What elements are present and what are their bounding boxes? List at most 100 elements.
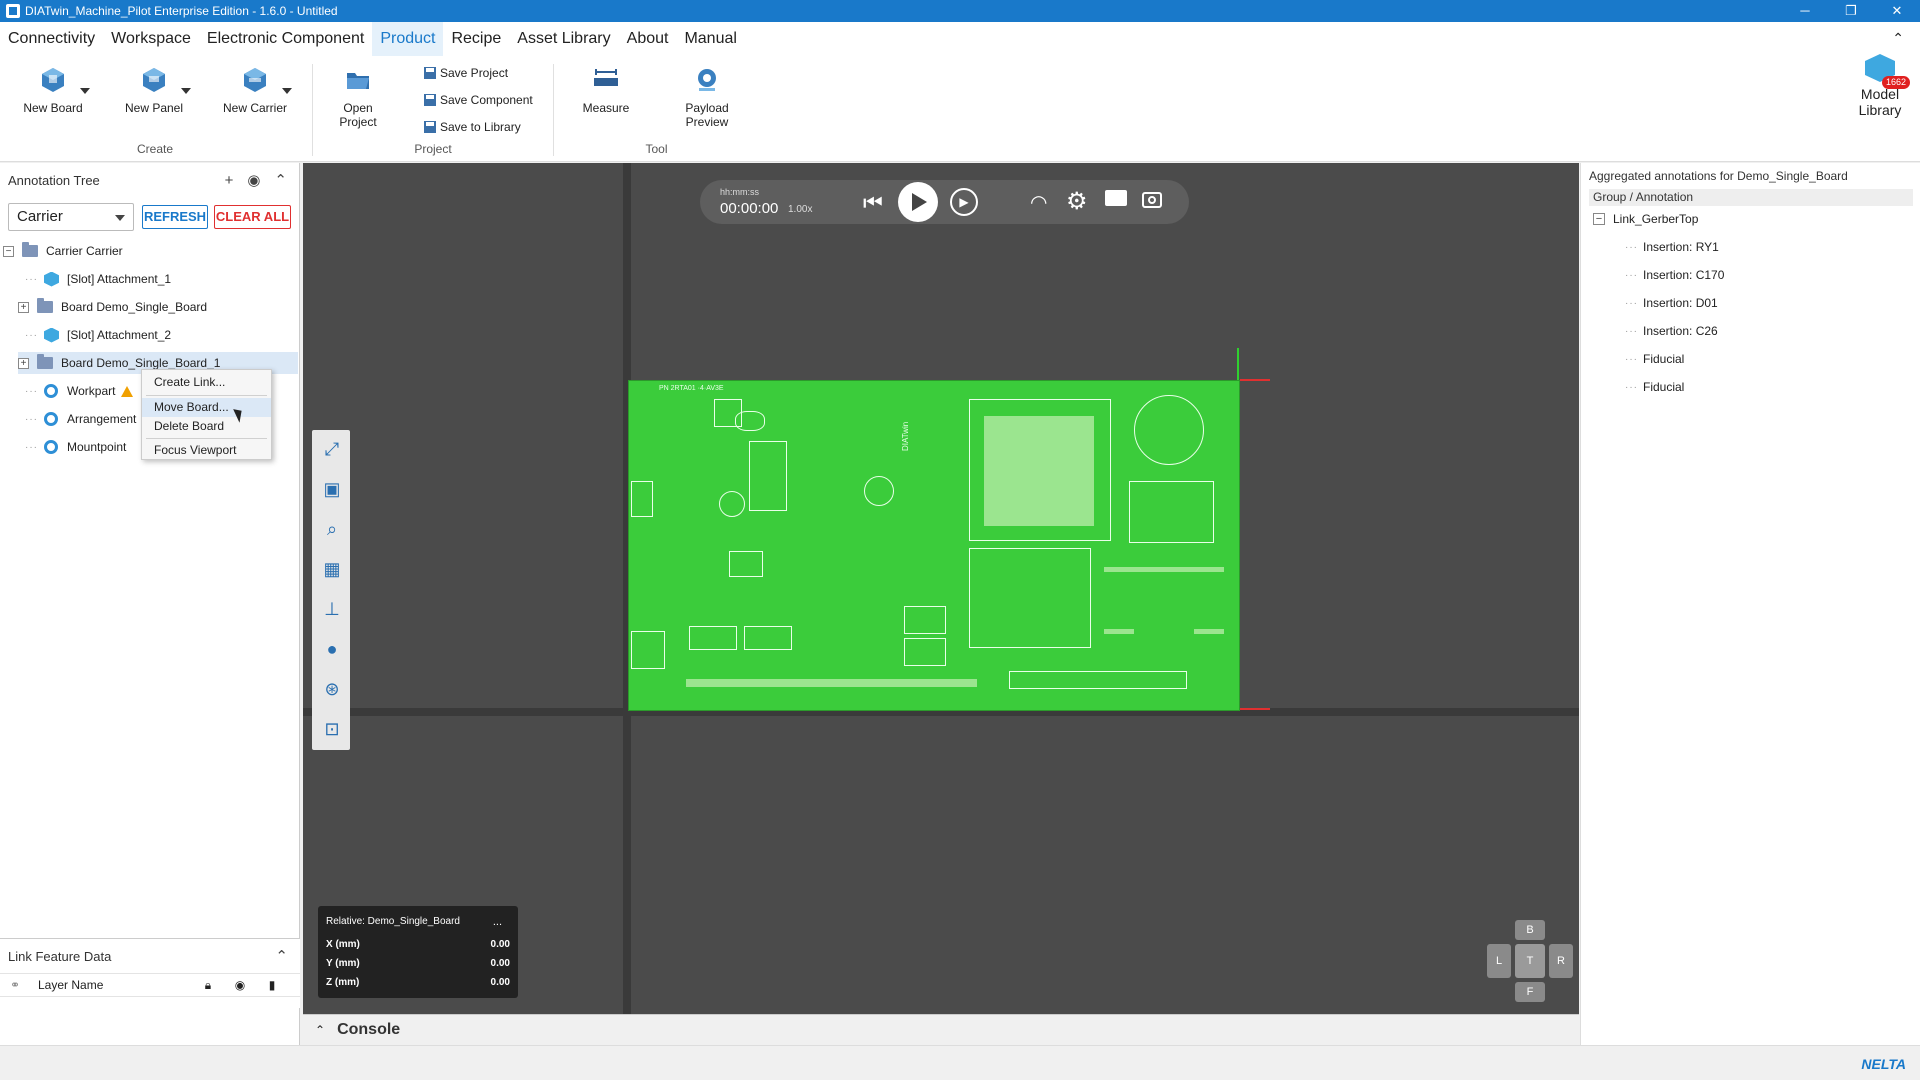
collapse-icon[interactable]: − [3, 245, 14, 257]
collapse-ribbon-icon[interactable]: ⌃ [1892, 30, 1904, 47]
menu-focus-viewport[interactable]: Focus Viewport [142, 441, 271, 460]
new-panel-button[interactable]: New Panel [119, 66, 191, 115]
more-options-icon[interactable]: ... [493, 916, 502, 928]
view-top-button[interactable]: T [1515, 944, 1545, 978]
speed-gauge-icon[interactable]: ◠ [1030, 190, 1047, 215]
view-back-button[interactable]: B [1515, 920, 1545, 940]
link-feature-data-header: Link Feature Data ⌃ [8, 947, 288, 965]
new-carrier-button[interactable]: New Carrier [220, 66, 292, 115]
tree-node-arrangement[interactable]: ··· Arrangement [25, 408, 136, 430]
connector-pads [827, 679, 977, 687]
tree-node-attachment-2[interactable]: ··· [Slot] Attachment_2 [25, 324, 171, 346]
annotation-item[interactable]: ··· Insertion: D01 [1625, 296, 1718, 310]
speed-display[interactable]: 1.00x [788, 204, 812, 215]
sphere-icon[interactable]: ● [321, 638, 343, 660]
tool-group: Measure Payload Preview Tool [554, 56, 759, 162]
view-right-button[interactable]: R [1549, 944, 1573, 978]
chevron-up-icon[interactable]: ⌃ [274, 171, 287, 189]
tree-node-board[interactable]: + Board Demo_Single_Board [18, 296, 207, 318]
chevron-up-icon[interactable]: ⌃ [315, 1023, 325, 1037]
menu-delete-board[interactable]: Delete Board [142, 417, 271, 436]
collapse-icon[interactable]: − [1593, 213, 1605, 225]
expand-icon[interactable]: + [18, 357, 29, 369]
folder-icon [22, 242, 38, 257]
menu-manual[interactable]: Manual [676, 22, 744, 56]
save-icon [424, 121, 436, 133]
orbit-icon[interactable]: ⊛ [321, 678, 343, 700]
pcb-footprint [729, 551, 763, 577]
view-front-button[interactable]: F [1515, 982, 1545, 1002]
save-component-button[interactable]: Save Component [423, 91, 533, 109]
annotation-item[interactable]: ··· Insertion: C170 [1625, 268, 1724, 282]
menu-recipe[interactable]: Recipe [443, 22, 509, 56]
zoom-area-icon[interactable]: ⌕ [321, 518, 343, 540]
menu-asset-library[interactable]: Asset Library [509, 22, 618, 56]
menu-divider [146, 438, 267, 439]
filter-select[interactable]: Carrier [8, 203, 134, 231]
fit-all-icon[interactable]: ⤢ [321, 438, 343, 460]
console-bar[interactable]: ⌃ Console [303, 1014, 1579, 1045]
tree-node-carrier[interactable]: − Carrier Carrier [3, 240, 123, 262]
group-node[interactable]: − Link_GerberTop [1593, 212, 1698, 226]
tree-node-workpart[interactable]: ··· Workpart [25, 380, 134, 402]
fit-selection-icon[interactable]: ▣ [321, 478, 343, 500]
save-project-button[interactable]: Save Project [423, 64, 508, 82]
chevron-down-icon[interactable] [80, 88, 90, 94]
close-button[interactable]: ✕ [1874, 0, 1920, 22]
tree-node-mountpoint[interactable]: ··· Mountpoint [25, 436, 126, 458]
annotation-item[interactable]: ··· Fiducial [1625, 380, 1684, 394]
trash-icon[interactable]: ▮ [262, 978, 282, 992]
z-coordinate-row: Z (mm) 0.00 [326, 977, 510, 988]
open-project-button[interactable]: Open Project [323, 66, 393, 129]
pcb-board[interactable]: PN 2RTA01 ·4·AV3E DIATwin [628, 380, 1240, 711]
gear-icon [44, 384, 58, 398]
menu-product[interactable]: Product [372, 22, 444, 56]
menu-electronic-component[interactable]: Electronic Component [199, 22, 372, 56]
save-to-library-button[interactable]: Save to Library [423, 118, 521, 136]
annotation-item[interactable]: ··· Fiducial [1625, 352, 1684, 366]
clear-all-button[interactable]: CLEAR ALL [214, 205, 291, 229]
screenshot-camera-icon[interactable] [1142, 192, 1162, 208]
minimize-button[interactable]: ─ [1782, 0, 1828, 22]
aggregated-header: Aggregated annotations for Demo_Single_B… [1589, 169, 1848, 183]
gear-icon[interactable]: ⚙ [1066, 187, 1088, 216]
new-board-button[interactable]: New Board [18, 66, 90, 115]
menu-divider [146, 395, 267, 396]
menu-create-link[interactable]: Create Link... [142, 373, 271, 392]
time-display: 00:00:00 [720, 200, 779, 217]
menu-about[interactable]: About [619, 22, 677, 56]
play-button[interactable] [898, 182, 938, 222]
eye-icon[interactable]: ◉ [230, 978, 250, 992]
menu-workspace[interactable]: Workspace [103, 22, 199, 56]
model-library-button[interactable]: 1662 Model Library [1840, 52, 1920, 132]
lock-icon[interactable]: 🔒︎ [198, 978, 218, 993]
step-forward-icon[interactable]: ▶ [950, 188, 978, 216]
add-icon[interactable]: + [225, 172, 234, 189]
3d-viewport[interactable]: hh:mm:ss 00:00:00 1.00x ⏮ ▶ ◠ ⚙ PN 2RTA0… [303, 163, 1579, 1014]
view-left-button[interactable]: L [1487, 944, 1511, 978]
tool-group-label: Tool [645, 142, 668, 156]
chevron-up-icon[interactable]: ⌃ [275, 947, 288, 965]
folder-open-icon [347, 73, 369, 89]
payload-preview-button[interactable]: Payload Preview [672, 66, 742, 129]
video-camera-icon[interactable] [1105, 190, 1127, 206]
grid-icon[interactable]: ▦ [321, 558, 343, 580]
restore-button[interactable]: ❐ [1828, 0, 1874, 22]
tree-node-attachment-1[interactable]: ··· [Slot] Attachment_1 [25, 268, 171, 290]
expand-icon[interactable]: + [18, 301, 29, 313]
refresh-button[interactable]: REFRESH [142, 205, 208, 229]
pcb-footprint [744, 626, 792, 650]
annotation-item[interactable]: ··· Insertion: RY1 [1625, 240, 1719, 254]
annotation-item[interactable]: ··· Insertion: C26 [1625, 324, 1718, 338]
chevron-down-icon[interactable] [181, 88, 191, 94]
menu-connectivity[interactable]: Connectivity [0, 22, 103, 56]
aggregated-annotations-panel: Aggregated annotations for Demo_Single_B… [1580, 163, 1920, 1045]
chevron-down-icon[interactable] [282, 88, 292, 94]
folder-icon [37, 354, 53, 369]
eye-icon[interactable]: ◉ [247, 171, 260, 189]
skip-back-icon[interactable]: ⏮ [863, 190, 883, 216]
focus-icon[interactable]: ⊡ [321, 718, 343, 740]
measure-button[interactable]: Measure [571, 66, 641, 115]
axes-icon[interactable]: ⊥ [321, 598, 343, 620]
menu-move-board[interactable]: Move Board... [142, 398, 271, 417]
